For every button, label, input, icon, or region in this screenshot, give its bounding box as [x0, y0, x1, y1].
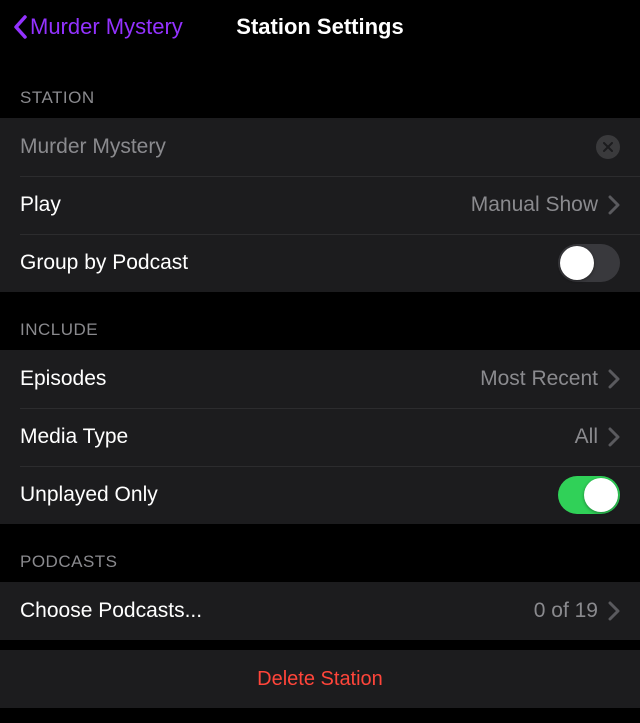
back-label: Murder Mystery [30, 14, 183, 40]
group-by-podcast-toggle[interactable] [558, 244, 620, 282]
chevron-right-icon [608, 427, 620, 447]
row-choose-podcasts[interactable]: Choose Podcasts... 0 of 19 [0, 582, 640, 640]
unplayed-label: Unplayed Only [20, 483, 558, 507]
back-button[interactable]: Murder Mystery [12, 13, 183, 41]
media-value: All [575, 425, 598, 449]
chevron-left-icon [12, 13, 30, 41]
section-header-include: INCLUDE [0, 292, 640, 350]
section-header-station: STATION [0, 54, 640, 118]
episodes-label: Episodes [20, 367, 480, 391]
delete-station-button[interactable]: Delete Station [0, 650, 640, 708]
clear-text-button[interactable] [596, 135, 620, 159]
play-value: Manual Show [471, 193, 598, 217]
episodes-value: Most Recent [480, 367, 598, 391]
close-icon [603, 142, 613, 152]
row-media-type[interactable]: Media Type All [0, 408, 640, 466]
row-play[interactable]: Play Manual Show [0, 176, 640, 234]
row-station-name[interactable] [0, 118, 640, 176]
chevron-right-icon [608, 195, 620, 215]
group-include: Episodes Most Recent Media Type All Unpl… [0, 350, 640, 524]
row-group-by-podcast: Group by Podcast [0, 234, 640, 292]
group-podcasts: Choose Podcasts... 0 of 19 [0, 582, 640, 640]
section-header-podcasts: PODCASTS [0, 524, 640, 582]
delete-label: Delete Station [257, 668, 383, 691]
row-unplayed-only: Unplayed Only [0, 466, 640, 524]
choose-value: 0 of 19 [534, 599, 598, 623]
group-label: Group by Podcast [20, 251, 558, 275]
row-episodes[interactable]: Episodes Most Recent [0, 350, 640, 408]
media-label: Media Type [20, 425, 575, 449]
chevron-right-icon [608, 601, 620, 621]
chevron-right-icon [608, 369, 620, 389]
group-station: Play Manual Show Group by Podcast [0, 118, 640, 292]
unplayed-only-toggle[interactable] [558, 476, 620, 514]
choose-label: Choose Podcasts... [20, 599, 534, 623]
play-label: Play [20, 193, 471, 217]
navbar: Murder Mystery Station Settings [0, 0, 640, 54]
station-name-input[interactable] [20, 135, 596, 159]
